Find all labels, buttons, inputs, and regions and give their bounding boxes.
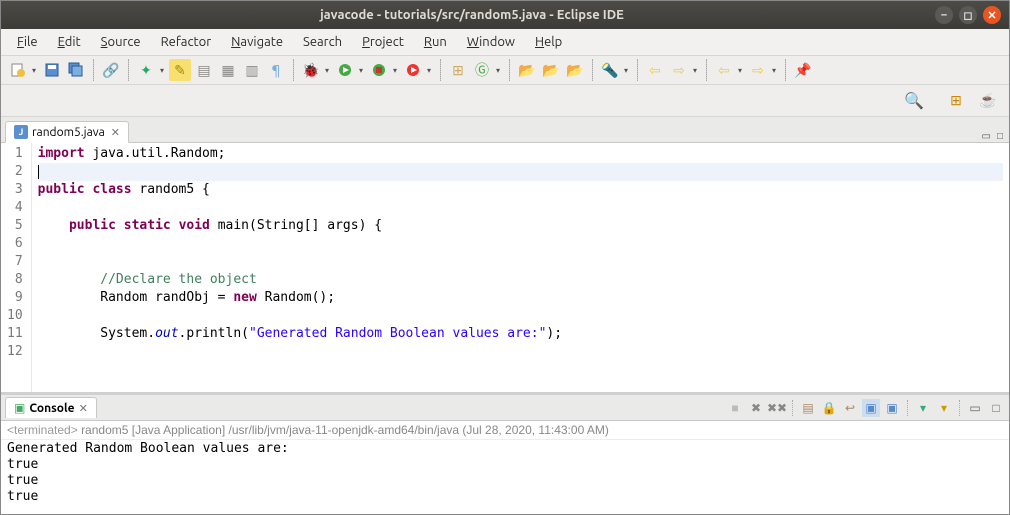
- next-annotation-button[interactable]: ⇨: [668, 59, 690, 81]
- menu-refactor[interactable]: Refactor: [151, 31, 222, 53]
- close-tab-icon[interactable]: ✕: [111, 126, 120, 139]
- open-console-button[interactable]: ▾: [935, 399, 953, 417]
- doc3-button[interactable]: ▥: [241, 59, 263, 81]
- line-gutter: 123456789101112: [1, 143, 32, 392]
- minimize-view-icon[interactable]: ▭: [982, 130, 991, 142]
- close-button[interactable]: ✕: [983, 6, 1001, 24]
- scroll-lock-button[interactable]: 🔒: [820, 399, 838, 417]
- editor-tab-label: random5.java: [32, 126, 105, 139]
- highlight-button[interactable]: ✎: [169, 59, 191, 81]
- console-tab-close-icon[interactable]: ✕: [79, 402, 88, 415]
- menu-source[interactable]: Source: [91, 31, 151, 53]
- forward-button[interactable]: ⇨: [747, 59, 769, 81]
- menu-bar: File Edit Source Refactor Navigate Searc…: [1, 29, 1009, 56]
- console-tab[interactable]: ▣ Console ✕: [5, 397, 97, 418]
- console-status: <terminated> random5 [Java Application] …: [1, 421, 1009, 440]
- wand-button[interactable]: ✦: [135, 59, 157, 81]
- menu-file[interactable]: File: [7, 31, 48, 53]
- clear-console-button[interactable]: ▤: [799, 399, 817, 417]
- show-console-button[interactable]: ▣: [862, 399, 880, 417]
- console-icon: ▣: [14, 401, 25, 415]
- terminate-button[interactable]: ■: [726, 399, 744, 417]
- console-output[interactable]: Generated Random Boolean values are: tru…: [1, 440, 1009, 506]
- doc2-button[interactable]: ▦: [217, 59, 239, 81]
- search-button[interactable]: 🔦: [599, 59, 621, 81]
- remove-launch-button[interactable]: ✖: [747, 399, 765, 417]
- run-button[interactable]: [334, 59, 356, 81]
- console-tabbar: ▣ Console ✕ ■ ✖ ✖✖ ▤ 🔒 ↩ ▣ ▣ ▾ ▾ ▭ □: [1, 395, 1009, 421]
- doc1-button[interactable]: ▤: [193, 59, 215, 81]
- editor-tab[interactable]: J random5.java ✕: [5, 121, 129, 143]
- new-package-button[interactable]: ⊞: [447, 59, 469, 81]
- main-toolbar: 🔗 ✦ ✎ ▤ ▦ ▥ ¶ 🐞 ⊞ Ⓖ 📂 📂 📂 🔦 ⇦ ⇨ ⇦ ⇨ 📌: [1, 56, 1009, 85]
- open-perspective-button[interactable]: ⊞: [945, 90, 967, 112]
- open-task-button[interactable]: 📂: [540, 59, 562, 81]
- coverage-button[interactable]: [368, 59, 390, 81]
- maximize-view-icon[interactable]: □: [997, 130, 1003, 142]
- pin-button[interactable]: 📌: [792, 59, 814, 81]
- maximize-button[interactable]: ◻: [959, 6, 977, 24]
- java-file-icon: J: [14, 125, 28, 139]
- minimize-button[interactable]: –: [935, 6, 953, 24]
- min-console-icon[interactable]: ▭: [966, 399, 984, 417]
- pin-console-button[interactable]: ▣: [883, 399, 901, 417]
- title-bar: javacode - tutorials/src/random5.java - …: [1, 1, 1009, 29]
- console-panel: ▣ Console ✕ ■ ✖ ✖✖ ▤ 🔒 ↩ ▣ ▣ ▾ ▾ ▭ □ <te…: [1, 392, 1009, 514]
- save-button[interactable]: [41, 59, 63, 81]
- console-tab-label: Console: [29, 402, 74, 415]
- open-type-button[interactable]: 📂: [516, 59, 538, 81]
- word-wrap-button[interactable]: ↩: [841, 399, 859, 417]
- max-console-icon[interactable]: □: [987, 399, 1005, 417]
- pilcrow-button[interactable]: ¶: [265, 59, 287, 81]
- code-lines[interactable]: import java.util.Random;public class ran…: [32, 143, 1009, 392]
- java-perspective-button[interactable]: ☕: [977, 90, 999, 112]
- remove-all-button[interactable]: ✖✖: [768, 399, 786, 417]
- display-selected-button[interactable]: ▾: [914, 399, 932, 417]
- editor-area: J random5.java ✕ ▭ □ 123456789101112 imp…: [1, 117, 1009, 392]
- menu-edit[interactable]: Edit: [48, 31, 91, 53]
- console-status-prefix: <terminated>: [7, 423, 78, 437]
- editor-tabbar: J random5.java ✕ ▭ □: [1, 117, 1009, 143]
- back-button[interactable]: ⇦: [713, 59, 735, 81]
- console-status-text: random5 [Java Application] /usr/lib/jvm/…: [81, 423, 609, 437]
- link-button[interactable]: 🔗: [100, 59, 122, 81]
- menu-help[interactable]: Help: [525, 31, 572, 53]
- quick-access-icon[interactable]: 🔍: [903, 90, 925, 112]
- window-title: javacode - tutorials/src/random5.java - …: [9, 8, 935, 22]
- new-type-button[interactable]: Ⓖ: [471, 59, 493, 81]
- prev-annotation-button[interactable]: ⇦: [644, 59, 666, 81]
- code-editor[interactable]: 123456789101112 import java.util.Random;…: [1, 143, 1009, 392]
- folder3-button[interactable]: 📂: [564, 59, 586, 81]
- menu-project[interactable]: Project: [352, 31, 414, 53]
- menu-search[interactable]: Search: [293, 31, 352, 53]
- save-all-button[interactable]: [65, 59, 87, 81]
- menu-navigate[interactable]: Navigate: [221, 31, 293, 53]
- menu-run[interactable]: Run: [414, 31, 457, 53]
- new-button[interactable]: [7, 59, 29, 81]
- debug-button[interactable]: 🐞: [300, 59, 322, 81]
- menu-window[interactable]: Window: [457, 31, 525, 53]
- ext-tools-button[interactable]: [402, 59, 424, 81]
- perspective-bar: 🔍 ⊞ ☕: [1, 85, 1009, 117]
